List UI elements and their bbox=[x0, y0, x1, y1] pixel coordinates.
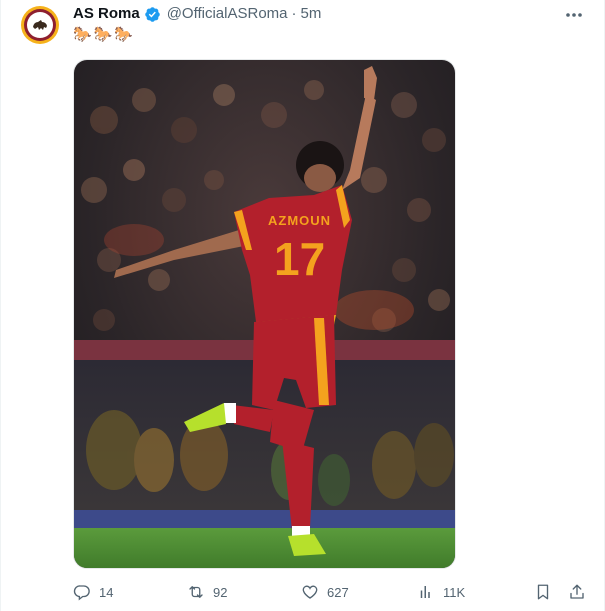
like-count: 627 bbox=[327, 584, 349, 600]
tweet-text: 🐎🐎🐎 bbox=[73, 26, 136, 43]
more-icon[interactable] bbox=[562, 6, 586, 24]
svg-text:17: 17 bbox=[274, 233, 325, 285]
tweet-header: AS Roma @OfficialASRoma · 5m bbox=[73, 4, 321, 24]
retweet-count: 92 bbox=[213, 584, 228, 600]
svg-text:AZMOUN: AZMOUN bbox=[268, 213, 331, 228]
retweet-icon bbox=[189, 586, 203, 598]
display-name[interactable]: AS Roma bbox=[73, 4, 140, 24]
author-handle[interactable]: @OfficialASRoma bbox=[167, 4, 288, 24]
bookmark-button[interactable] bbox=[534, 580, 552, 604]
heart-icon bbox=[302, 585, 318, 599]
share-icon bbox=[570, 584, 584, 599]
tweet-actions: 14 92 627 11K bbox=[73, 580, 589, 604]
timestamp[interactable]: 5m bbox=[301, 4, 322, 24]
analytics-icon bbox=[420, 586, 430, 598]
roma-crest-icon bbox=[27, 12, 53, 38]
like-button[interactable]: 627 bbox=[301, 580, 349, 604]
tweet-card[interactable]: AS Roma @OfficialASRoma · 5m 🐎🐎🐎 17 AZMO… bbox=[0, 0, 605, 611]
avatar-ring bbox=[24, 9, 56, 41]
reply-icon bbox=[73, 585, 90, 601]
verified-badge-icon bbox=[144, 6, 161, 23]
share-button[interactable] bbox=[568, 580, 586, 604]
reply-count: 14 bbox=[99, 584, 114, 600]
views-button[interactable]: 11K bbox=[417, 580, 465, 604]
views-count: 11K bbox=[443, 584, 466, 600]
header-separator: · bbox=[291, 5, 297, 22]
reply-button[interactable]: 14 bbox=[73, 580, 113, 604]
bookmark-icon bbox=[537, 584, 549, 600]
avatar[interactable] bbox=[21, 6, 59, 44]
retweet-button[interactable]: 92 bbox=[187, 580, 227, 604]
tweet-photo[interactable]: 17 AZMOUN bbox=[73, 59, 456, 569]
